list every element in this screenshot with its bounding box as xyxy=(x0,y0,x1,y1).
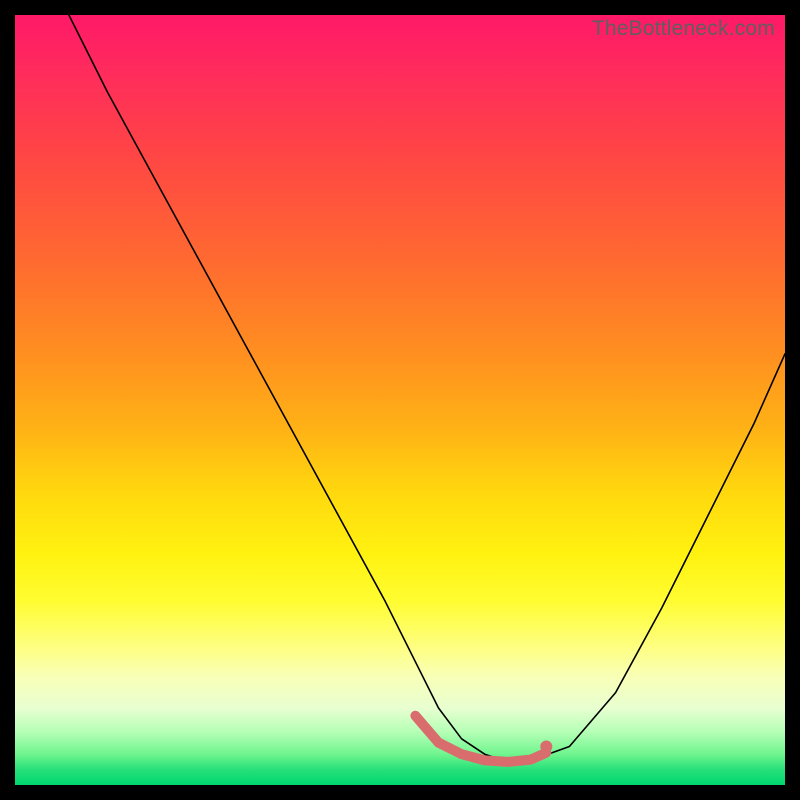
chart-root: TheBottleneck.com xyxy=(0,0,800,800)
marker-band-end-dot xyxy=(540,741,552,753)
series-bottleneck-curve xyxy=(69,15,785,762)
curve-layer xyxy=(15,15,785,785)
series-optimal-band xyxy=(415,716,546,762)
plot-area: TheBottleneck.com xyxy=(15,15,785,785)
